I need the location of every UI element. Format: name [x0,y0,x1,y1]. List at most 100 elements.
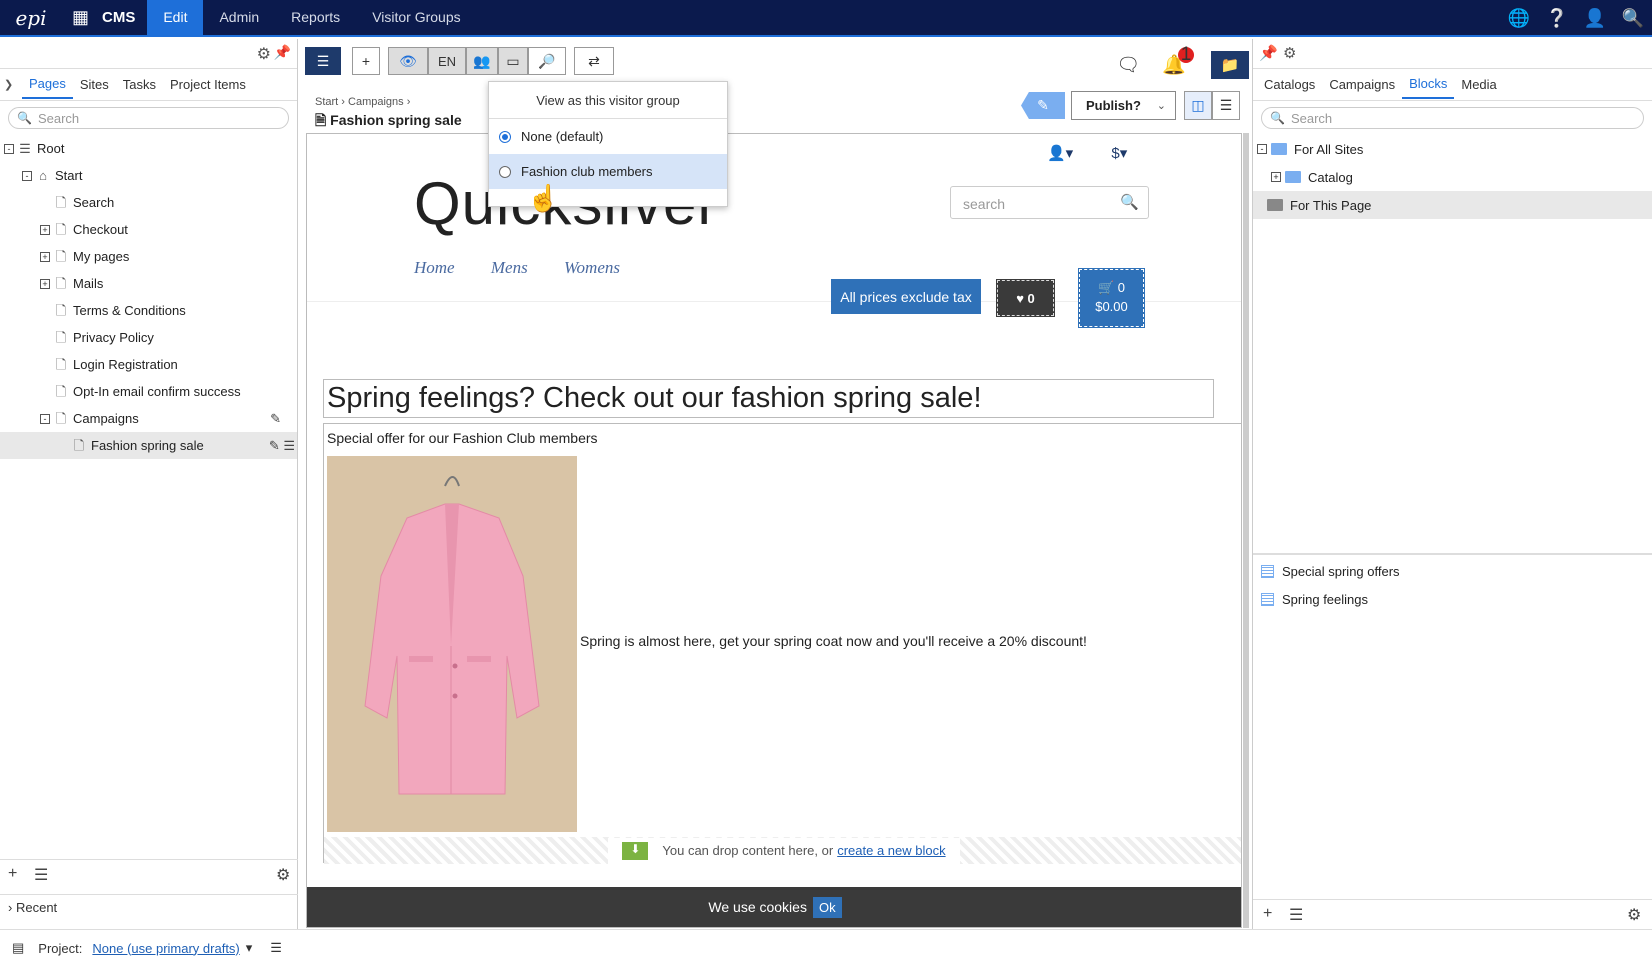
gear-icon[interactable]: ⚙ [257,44,271,64]
cart-button[interactable]: 🛒 0 $0.00 [1078,268,1145,328]
project-menu-icon[interactable]: ☰ [270,940,282,956]
language-button[interactable]: EN [428,47,466,75]
tree-item[interactable]: 🗋 Terms & Conditions [0,297,297,324]
globe-icon[interactable]: 🌐 [1500,8,1538,29]
collapse-toggle[interactable]: - [22,170,32,181]
expand-toggle[interactable]: + [40,251,50,262]
pin-icon[interactable]: 📌 [274,44,291,61]
preview-search-icon[interactable]: 🔎 [528,47,566,75]
site-user-icon[interactable]: 👤▾ [1047,145,1073,162]
search-icon[interactable]: 🔍 [1614,8,1652,29]
epi-logo[interactable]: epi [0,0,62,36]
breadcrumb-start[interactable]: Start [315,96,338,108]
nav-reports[interactable]: Reports [275,0,356,36]
settings-icon[interactable]: ⚙ [276,865,290,885]
page-search-input[interactable]: 🔍 Search [8,107,289,129]
tree-item[interactable]: - 🗋 Campaigns ✎ [0,405,297,432]
block-search-input[interactable]: 🔍 Search [1261,107,1644,129]
site-nav-home[interactable]: Home [414,258,455,277]
onpage-edit-view-icon[interactable]: ◫ [1184,91,1212,120]
tax-toggle-button[interactable]: All prices exclude tax [831,279,981,314]
collapse-toggle[interactable]: - [1257,144,1267,154]
tree-item[interactable]: 🗋 Search [0,189,297,216]
tab-tasks[interactable]: Tasks [116,71,163,98]
create-block-link[interactable]: create a new block [837,843,945,858]
pane-splitter[interactable] [1253,553,1652,555]
edit-pencil-icon[interactable]: ✎ ☰ [269,438,295,454]
radio-selected[interactable] [499,130,511,143]
pin-icon[interactable]: 📌 [1259,44,1278,62]
search-icon[interactable]: 🔍 [1120,193,1139,211]
folder-for-all-sites[interactable]: - For All Sites [1253,135,1652,163]
visitor-option-fashion-club[interactable]: Fashion club members [489,154,727,189]
cookie-ok-button[interactable]: Ok [812,896,842,918]
tab-media[interactable]: Media [1454,71,1503,98]
tab-project-items[interactable]: Project Items [163,71,253,98]
breadcrumb-campaigns[interactable]: Campaigns [348,96,404,108]
chevron-down-icon[interactable]: ▾ [246,940,253,956]
chevron-down-icon[interactable]: ⌄ [1157,99,1166,112]
cms-label[interactable]: CMS [102,9,135,26]
block-item[interactable]: Spring feelings [1253,585,1652,613]
content-heading[interactable]: Spring feelings? Check out our fashion s… [323,379,1214,418]
expand-toggle[interactable]: + [1271,172,1281,182]
all-properties-view-icon[interactable]: ☰ [1212,91,1240,120]
chevron-down-icon[interactable]: ❯ [4,78,22,91]
recent-section[interactable]: › Recent [0,894,298,920]
nav-admin[interactable]: Admin [203,0,275,36]
tree-item[interactable]: + 🗋 My pages [0,243,297,270]
wishlist-button[interactable]: ♥ 0 [996,279,1055,317]
settings-icon[interactable]: ⚙ [1627,905,1641,925]
nav-visitor-groups[interactable]: Visitor Groups [356,0,476,36]
comment-icon[interactable]: 🗨 [1116,53,1140,77]
preview-scrollbar[interactable] [1243,133,1249,928]
expand-toggle[interactable]: + [40,224,50,235]
tree-item[interactable]: - ☰ Root [0,135,297,162]
list-menu-icon[interactable]: ☰ [1289,905,1303,925]
list-menu-icon[interactable]: ☰ [34,865,48,885]
content-dropzone[interactable]: ⬇ You can drop content here, or create a… [324,837,1241,864]
edit-pencil-icon[interactable]: ✎ [270,411,281,427]
notification-bell-icon[interactable]: 🔔 1 [1162,45,1194,77]
visitor-group-icon[interactable]: 👥 [466,47,498,75]
preview-eye-icon[interactable]: 👁 [388,47,428,75]
tree-item[interactable]: - ⌂ Start [0,162,297,189]
tab-campaigns[interactable]: Campaigns [1322,71,1402,98]
add-content-button[interactable]: + [352,47,380,75]
collapse-toggle[interactable]: - [4,143,14,154]
gear-icon[interactable]: ⚙ [1283,44,1296,62]
site-search-input[interactable]: search 🔍 [950,186,1149,219]
tab-pages[interactable]: Pages [22,70,73,99]
add-icon[interactable]: + [1263,905,1272,923]
tree-item[interactable]: 🗋 Opt-In email confirm success [0,378,297,405]
folder-catalog[interactable]: + Catalog [1253,163,1652,191]
tree-item[interactable]: 🗋 Privacy Policy [0,324,297,351]
radio-unselected[interactable] [499,165,511,178]
tab-blocks[interactable]: Blocks [1402,70,1455,99]
edit-pencil-button[interactable]: ✎ [1021,92,1065,119]
site-nav-womens[interactable]: Womens [564,258,620,277]
compare-icon[interactable]: ⇄ [574,47,614,75]
apps-grid-icon[interactable]: ▦ [72,7,92,28]
add-icon[interactable]: + [8,865,17,883]
device-icon[interactable]: ▭ [498,47,528,75]
block-item[interactable]: Special spring offers [1253,557,1652,585]
tab-catalogs[interactable]: Catalogs [1257,71,1322,98]
user-icon[interactable]: 👤 [1576,8,1614,29]
main-content-area[interactable]: Special offer for our Fashion Club membe… [323,423,1241,864]
currency-icon[interactable]: $▾ [1111,145,1127,162]
assets-folder-button[interactable]: 📁 [1211,51,1249,79]
collapse-toggle[interactable]: - [40,413,50,424]
folder-for-this-page[interactable]: For This Page [1253,191,1652,219]
site-nav-mens[interactable]: Mens [491,258,528,277]
visitor-option-none[interactable]: None (default) [489,119,727,154]
expand-toggle[interactable]: + [40,278,50,289]
publish-button[interactable]: Publish? ⌄ [1071,91,1176,120]
tree-toggle-button[interactable]: ☰ [305,47,341,75]
nav-edit[interactable]: Edit [147,0,204,36]
tree-item[interactable]: 🗋 Login Registration [0,351,297,378]
tree-item[interactable]: + 🗋 Mails [0,270,297,297]
tree-item[interactable]: 🗋 Fashion spring sale ✎ ☰ [0,432,297,459]
help-icon[interactable]: ❔ [1538,8,1576,29]
tab-sites[interactable]: Sites [73,71,116,98]
